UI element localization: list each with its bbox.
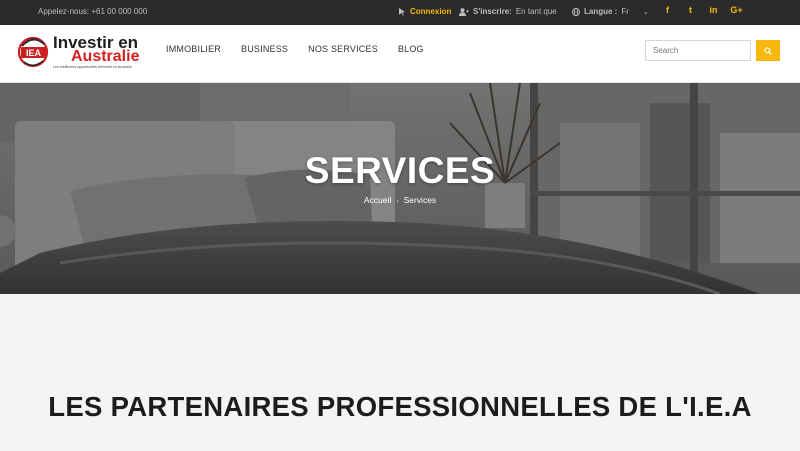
chevron-down-icon: ⌄ [642, 8, 649, 16]
register-label: S'inscrire: [473, 7, 512, 16]
breadcrumb-home[interactable]: Accueil [364, 195, 391, 205]
social-links: f t in G+ [656, 5, 748, 15]
user-add-icon [459, 7, 469, 16]
logo-seal-icon: IEA [18, 36, 49, 68]
language-value: Fr [621, 7, 629, 16]
language-label: Langue : [584, 7, 618, 16]
linkedin-icon[interactable]: in [702, 5, 725, 15]
hero-banner: SERVICES Accueil › Services [0, 83, 800, 294]
main-nav: IMMOBILIER BUSINESS NOS SERVICES BLOG [166, 44, 444, 54]
logo-seal-text: IEA [26, 48, 42, 58]
login-label: Connexion [410, 7, 452, 16]
twitter-icon[interactable]: t [679, 5, 702, 15]
phone-number: Appelez-nous: +61 00 000 000 [38, 7, 148, 16]
search-input[interactable] [645, 40, 751, 61]
cursor-icon [399, 7, 405, 16]
section-heading: LES PARTENAIRES PROFESSIONNELLES DE L'I.… [48, 391, 752, 422]
search-icon [764, 46, 772, 55]
chevron-right-icon: › [396, 198, 399, 205]
main-content: LES PARTENAIRES PROFESSIONNELLES DE L'I.… [0, 294, 800, 451]
logo-tagline: Les meilleures opportunités d'investir e… [53, 65, 132, 69]
login-link[interactable]: Connexion [399, 7, 451, 16]
nav-item-nos-services[interactable]: NOS SERVICES [308, 44, 378, 54]
breadcrumb: Accueil › Services [0, 195, 800, 205]
nav-item-business[interactable]: BUSINESS [241, 44, 288, 54]
breadcrumb-current: Services [403, 195, 437, 205]
facebook-icon[interactable]: f [656, 5, 679, 15]
site-logo[interactable]: IEA Investir en Australie Les meilleures… [18, 33, 142, 75]
register-value: En tant que [515, 7, 557, 16]
search-button[interactable] [756, 40, 780, 61]
logo-line-2: Australie [71, 48, 140, 65]
page-title: SERVICES [304, 150, 496, 191]
globe-icon [572, 7, 580, 16]
site-header: IEA Investir en Australie Les meilleures… [0, 25, 800, 83]
nav-item-blog[interactable]: BLOG [398, 44, 424, 54]
google-plus-icon[interactable]: G+ [725, 5, 748, 15]
nav-item-immobilier[interactable]: IMMOBILIER [166, 44, 221, 54]
top-bar: Appelez-nous: +61 00 000 000 Connexion S… [0, 0, 800, 25]
register-dropdown[interactable]: S'inscrire: En tant que [459, 7, 557, 16]
language-selector[interactable]: Langue : Fr ⌄ [572, 7, 649, 16]
